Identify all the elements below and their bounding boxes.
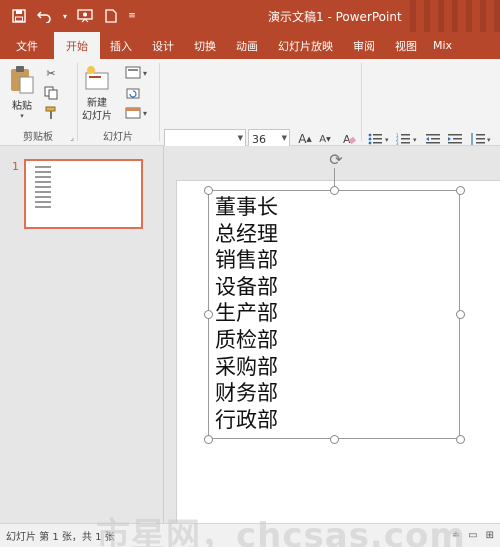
tab-view[interactable]: 视图 xyxy=(385,32,427,59)
text-box-content[interactable]: 董事长 总经理 销售部 设备部 生产部 质检部 采购部 财务部 行政部 xyxy=(215,194,278,433)
chevron-down-icon: ▼ xyxy=(237,134,243,142)
shrink-font-icon[interactable]: A ▼ xyxy=(316,131,334,147)
layout-icon[interactable]: ▾ xyxy=(124,65,150,81)
title-bar: ▾ ≡ 演示文稿1 - PowerPoint xyxy=(0,0,500,32)
title-decoration xyxy=(410,0,500,32)
text-line: 董事长 xyxy=(215,195,278,219)
tab-design[interactable]: 设计 xyxy=(142,32,184,59)
ribbon: 粘贴 ▾ ✂ 剪贴板 ⌟ 新建 幻灯片 ▾ ▾ 幻灯片 ▼ 36 ▼ A ▲ A… xyxy=(0,59,500,202)
resize-handle-bottom-right[interactable] xyxy=(456,435,465,444)
thumbnail-text-line xyxy=(35,181,51,183)
chevron-down-icon: ▾ xyxy=(20,112,24,120)
status-bar: 幻灯片 第 1 张，共 1 张 ≐ ▭ ⊞ xyxy=(0,523,500,547)
section-icon[interactable]: ▾ xyxy=(124,105,150,121)
clipboard-group: 粘贴 ▾ ✂ 剪贴板 ⌟ xyxy=(0,59,76,146)
tab-animations[interactable]: 动画 xyxy=(226,32,268,59)
save-icon[interactable] xyxy=(8,5,30,27)
resize-handle-top-right[interactable] xyxy=(456,186,465,195)
tab-file[interactable]: 文件 xyxy=(0,32,54,59)
tab-slideshow[interactable]: 幻灯片放映 xyxy=(268,32,343,59)
format-painter-icon[interactable] xyxy=(42,105,60,121)
numbering-icon[interactable]: 1 2 3 ▾ xyxy=(396,131,420,147)
new-document-icon[interactable] xyxy=(100,5,122,27)
text-line: 行政部 xyxy=(215,407,278,432)
grow-font-icon[interactable]: A ▲ xyxy=(296,131,314,147)
tab-transitions[interactable]: 切换 xyxy=(184,32,226,59)
cut-icon[interactable]: ✂ xyxy=(42,65,60,81)
chevron-down-icon: ▼ xyxy=(281,134,287,142)
text-line: 采购部 xyxy=(215,354,278,379)
new-slide-button[interactable]: 新建 幻灯片 xyxy=(82,65,112,123)
decrease-indent-icon[interactable] xyxy=(424,131,442,147)
customize-qat-icon[interactable]: ≡ xyxy=(126,5,138,27)
tab-home[interactable]: 开始 xyxy=(54,32,100,59)
slide-count-status: 幻灯片 第 1 张，共 1 张 xyxy=(6,532,115,543)
text-line: 设备部 xyxy=(215,274,278,299)
ribbon-tabs: 文件 开始 插入 设计 切换 动画 幻灯片放映 审阅 视图 Mix xyxy=(0,32,500,59)
slides-group-label: 幻灯片 xyxy=(103,132,133,143)
svg-text:▾: ▾ xyxy=(385,136,389,144)
paste-label: 粘贴 xyxy=(12,101,32,112)
new-slide-label: 新建 幻灯片 xyxy=(82,98,112,122)
text-line: 生产部 xyxy=(215,301,278,326)
thumbnail-text-line xyxy=(35,206,51,208)
bullets-icon[interactable]: ▾ xyxy=(368,131,392,147)
svg-text:▾: ▾ xyxy=(413,136,417,144)
thumbnail-text-line xyxy=(35,166,51,168)
slide-thumbnail-number: 1 xyxy=(12,160,19,173)
tab-mix[interactable]: Mix xyxy=(427,32,458,59)
dialog-launcher-icon[interactable]: ⌟ xyxy=(70,133,74,142)
clipboard-group-label: 剪贴板 xyxy=(23,132,53,143)
undo-icon[interactable] xyxy=(34,5,56,27)
text-line: 总经理 xyxy=(215,221,278,246)
thumbnail-text-line xyxy=(35,191,51,193)
text-line: 销售部 xyxy=(215,248,278,273)
text-line: 质检部 xyxy=(215,327,278,352)
resize-handle-left[interactable] xyxy=(204,310,213,319)
thumbnail-text-line xyxy=(35,186,51,188)
start-slideshow-icon[interactable] xyxy=(74,5,96,27)
chevron-down-icon[interactable]: ▾ xyxy=(60,5,70,27)
normal-view-icon[interactable]: ▭ xyxy=(468,530,477,541)
notes-icon[interactable]: ≐ xyxy=(452,530,460,541)
quick-access-toolbar: ▾ ≡ xyxy=(0,5,138,27)
svg-text:▾: ▾ xyxy=(487,136,491,144)
thumbnail-text-line xyxy=(35,171,51,173)
tab-insert[interactable]: 插入 xyxy=(100,32,142,59)
resize-handle-top-left[interactable] xyxy=(204,186,213,195)
slide-sorter-icon[interactable]: ⊞ xyxy=(486,530,494,541)
resize-handle-top[interactable] xyxy=(330,186,339,195)
paste-icon xyxy=(8,65,36,95)
increase-indent-icon[interactable] xyxy=(446,131,464,147)
thumbnail-text-line xyxy=(35,201,51,203)
paste-button[interactable]: 粘贴 ▾ xyxy=(8,65,36,120)
slide-thumbnail[interactable] xyxy=(24,159,143,229)
thumbnail-text-line xyxy=(35,196,51,198)
resize-handle-bottom-left[interactable] xyxy=(204,435,213,444)
new-slide-icon xyxy=(83,65,111,95)
clear-formatting-icon[interactable]: A xyxy=(340,131,358,147)
text-line: 财务部 xyxy=(215,381,278,406)
rotate-handle-icon[interactable]: ⟳ xyxy=(327,150,345,169)
status-controls: ≐ ▭ ⊞ xyxy=(452,530,494,541)
copy-icon[interactable] xyxy=(42,85,60,101)
line-spacing-icon[interactable]: ▾ xyxy=(470,131,494,147)
tab-review[interactable]: 审阅 xyxy=(343,32,385,59)
reset-icon[interactable] xyxy=(124,85,142,101)
resize-handle-bottom[interactable] xyxy=(330,435,339,444)
svg-text:▾: ▾ xyxy=(143,109,147,118)
thumbnail-text-line xyxy=(35,176,51,178)
slides-group: 新建 幻灯片 ▾ ▾ 幻灯片 xyxy=(78,59,158,146)
window-title: 演示文稿1 - PowerPoint xyxy=(268,10,402,24)
font-size-value: 36 xyxy=(252,132,266,146)
svg-text:▾: ▾ xyxy=(143,69,147,78)
resize-handle-right[interactable] xyxy=(456,310,465,319)
